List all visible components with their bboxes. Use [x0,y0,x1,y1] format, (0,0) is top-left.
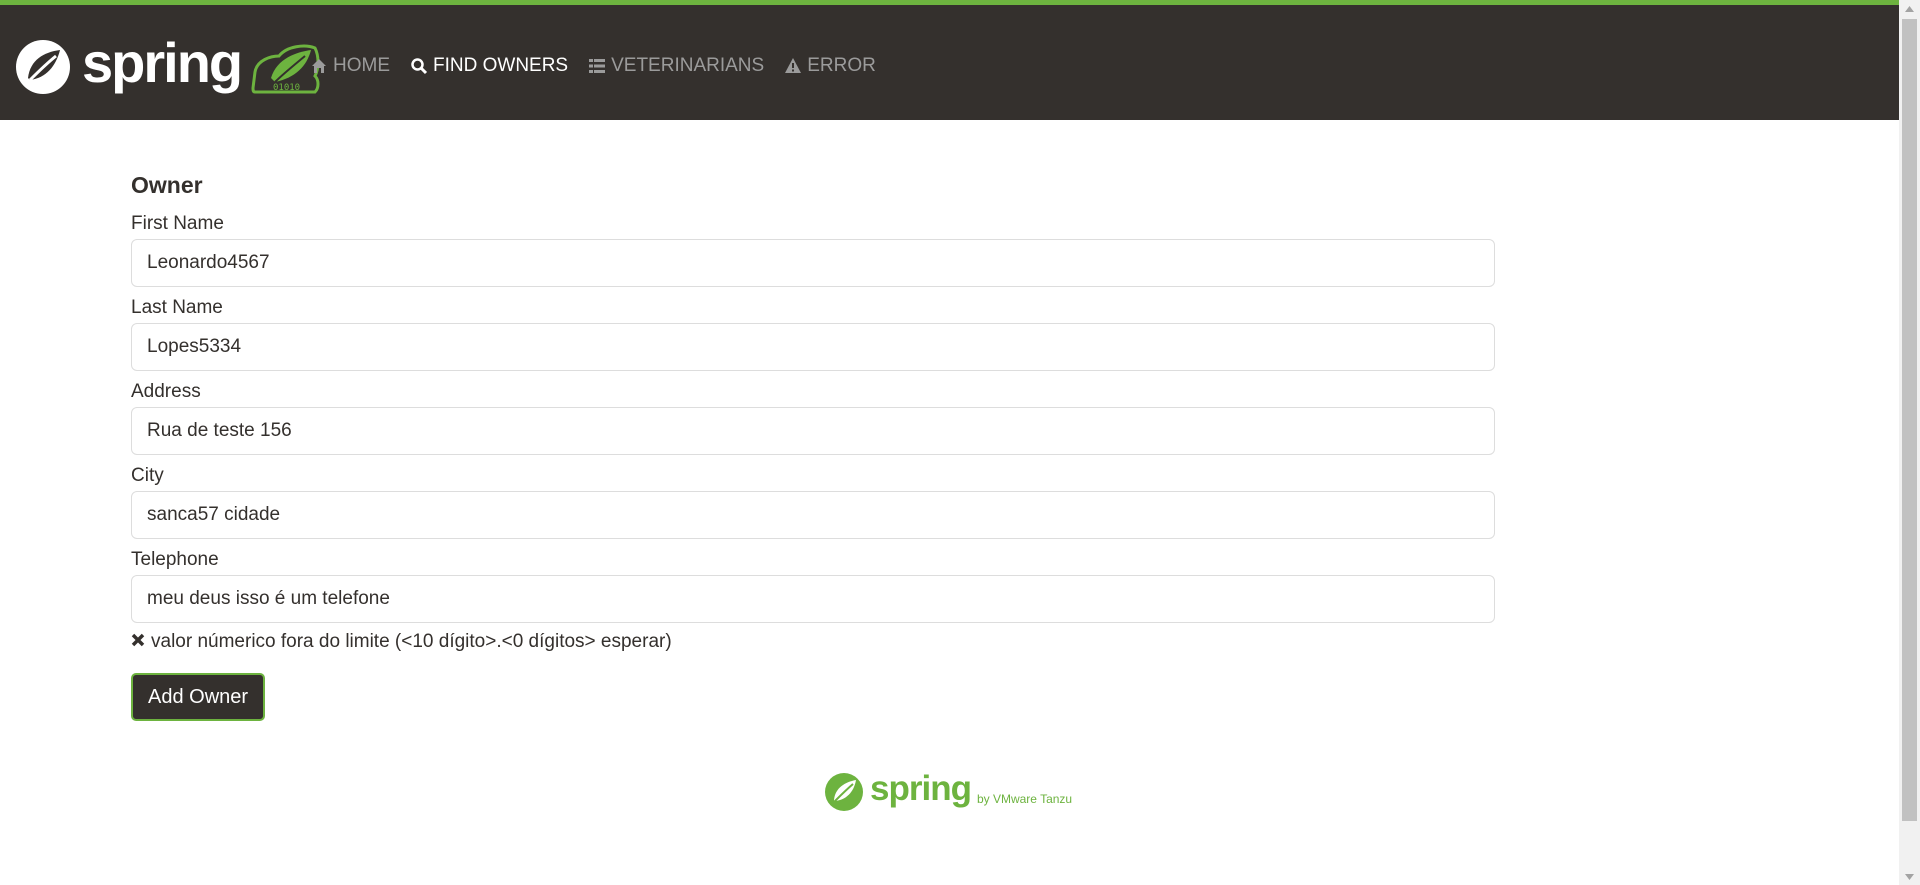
city-label: City [131,465,164,486]
last-name-input[interactable] [131,323,1495,371]
footer-spring-leaf-icon [825,773,863,811]
first-name-label: First Name [131,213,224,234]
warning-icon [784,57,802,75]
nav-find-owners-label: FIND OWNERS [433,55,569,76]
main-nav: HOME FIND OWNERS VETERINARIANS ERROR [310,55,876,77]
first-name-input[interactable] [131,239,1495,287]
telephone-error-message: valor númerico fora do limite (<10 dígit… [151,631,672,652]
add-owner-form: First Name Last Name Address City Teleph… [131,213,1495,721]
form-title: Owner [131,172,203,198]
nav-home-label: HOME [333,55,390,76]
nav-error-label: ERROR [807,55,876,76]
last-name-label: Last Name [131,297,223,318]
scroll-up-arrow-icon[interactable] [1899,0,1920,17]
nav-veterinarians-label: VETERINARIANS [611,55,765,76]
nav-error[interactable]: ERROR [784,55,876,77]
spring-logo[interactable]: spring 01010 [14,35,325,99]
svg-text:01010: 01010 [273,83,300,93]
telephone-input[interactable] [131,575,1495,623]
search-icon [410,57,428,75]
nav-home[interactable]: HOME [310,55,390,77]
spring-leaf-icon [16,40,70,94]
footer-spring-logo: spring by VMware Tanzu [824,769,1073,812]
owner-form-container: Owner First Name Last Name Address City … [131,120,1495,721]
footer-byline: by VMware Tanzu [976,792,1073,806]
home-icon [310,57,328,75]
vertical-scrollbar[interactable] [1899,0,1920,885]
city-input[interactable] [131,491,1495,539]
telephone-label: Telephone [131,549,219,570]
address-input[interactable] [131,407,1495,455]
scrollbar-thumb[interactable] [1902,19,1917,821]
error-x-icon [131,631,145,653]
address-label: Address [131,381,201,402]
logo-wordmark: spring [82,31,243,94]
telephone-error: valor númerico fora do limite (<10 dígit… [131,631,1495,653]
top-navbar: spring 01010 HOME FIND OWNERS VETERINARI… [0,0,1899,120]
footer-wordmark: spring [870,769,972,808]
nav-find-owners[interactable]: FIND OWNERS [410,55,568,77]
nav-veterinarians[interactable]: VETERINARIANS [588,55,764,77]
add-owner-button[interactable]: Add Owner [131,673,266,721]
scroll-down-arrow-icon[interactable] [1899,868,1920,885]
list-icon [588,57,606,75]
